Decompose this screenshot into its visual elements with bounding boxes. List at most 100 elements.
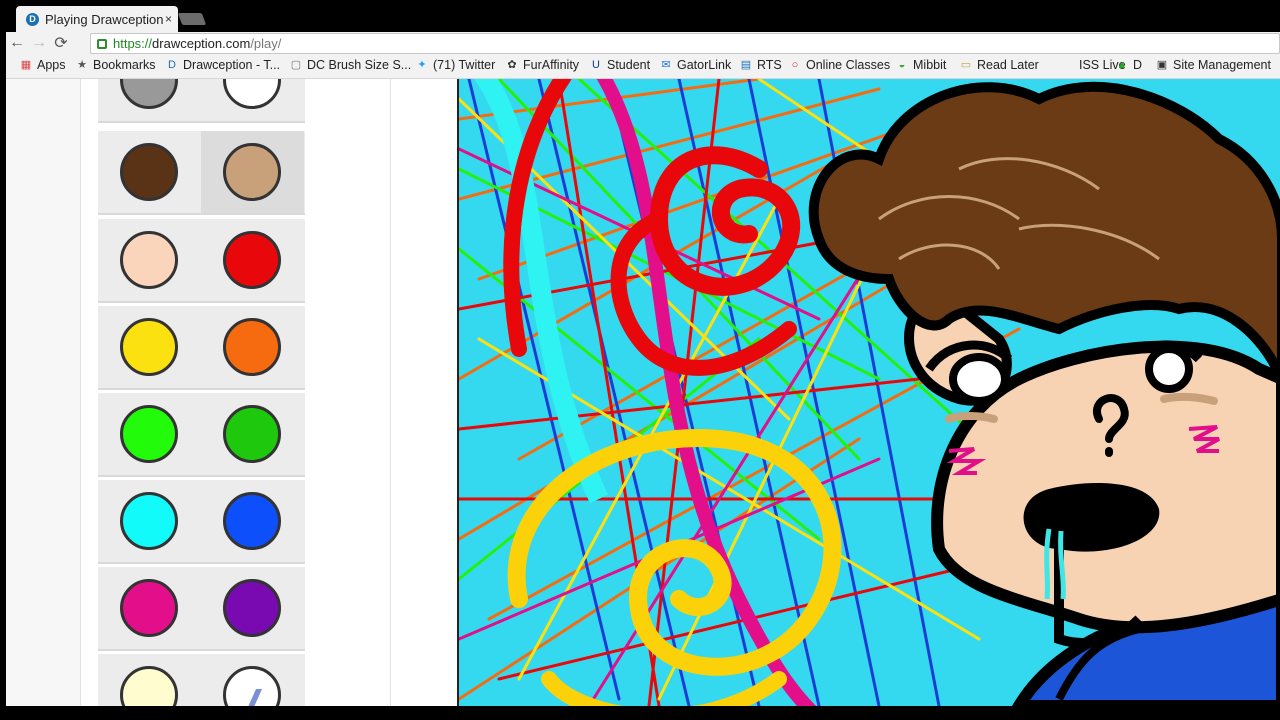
bookmark-label: Student: [607, 58, 651, 72]
palette-cell[interactable]: [98, 79, 201, 121]
color-swatch[interactable]: [120, 666, 178, 706]
forward-icon[interactable]: →: [28, 34, 50, 52]
star-icon: ★: [77, 59, 87, 71]
palette-cell[interactable]: [98, 480, 201, 562]
gutter: [391, 79, 457, 706]
close-tab-icon[interactable]: ×: [165, 12, 172, 26]
url-host: drawception.com: [152, 36, 251, 51]
bookmark-label: DC Brush Size S...: [307, 58, 412, 72]
palette-row: [98, 306, 305, 390]
bookmark-item[interactable]: ✦ (71) Twitter: [416, 58, 495, 72]
apps-icon: ▦: [20, 59, 32, 71]
bookmark-item[interactable]: ▭ Read Later: [960, 58, 1039, 72]
palette-cell[interactable]: [98, 654, 201, 706]
bookmark-item[interactable]: D Drawception - T...: [166, 58, 280, 72]
palette-row: [98, 219, 305, 303]
color-swatch[interactable]: [223, 405, 281, 463]
lock-icon: ▣: [1156, 59, 1168, 71]
bookmark-item[interactable]: ✉ GatorLink: [660, 58, 731, 72]
bookmark-label: Read Later: [977, 58, 1039, 72]
bookmark-item[interactable]: U Student: [590, 58, 650, 72]
color-swatch[interactable]: [223, 79, 281, 109]
palette-cell[interactable]: [98, 567, 201, 649]
color-swatch[interactable]: [223, 492, 281, 550]
palette-cell[interactable]: [98, 131, 201, 213]
color-swatch[interactable]: [120, 405, 178, 463]
bookmark-item[interactable]: ▲ D: [1116, 58, 1142, 72]
url-protocol: https://: [113, 36, 153, 51]
twitter-icon: ✦: [417, 59, 427, 71]
address-bar[interactable]: https://drawception.com/play/: [90, 33, 1280, 54]
palette-cell[interactable]: [98, 219, 201, 301]
color-swatch[interactable]: [120, 79, 178, 109]
color-swatch[interactable]: [120, 231, 178, 289]
page-icon: ▢: [290, 59, 302, 71]
secure-lock-icon: [97, 38, 107, 49]
bookmark-item[interactable]: ▣ Site Management: [1156, 58, 1271, 72]
color-swatch[interactable]: [223, 318, 281, 376]
color-swatch[interactable]: [223, 666, 281, 706]
palette-cell[interactable]: [201, 219, 304, 301]
bookmark-item[interactable]: ◒ Mibbit: [896, 58, 947, 72]
color-swatch[interactable]: [223, 143, 281, 201]
color-swatch[interactable]: [120, 579, 178, 637]
uf-icon: U: [592, 59, 600, 71]
palette-cell[interactable]: [201, 480, 304, 562]
color-swatch[interactable]: [223, 579, 281, 637]
bookmark-label: Apps: [37, 58, 66, 72]
bookmark-item[interactable]: ○ Online Classes: [789, 58, 890, 72]
ring-icon: ○: [791, 59, 799, 71]
eraser-icon: [248, 689, 262, 706]
bookmark-item[interactable]: ▢ DC Brush Size S...: [290, 58, 411, 72]
palette-cell[interactable]: [201, 79, 304, 121]
mibbit-icon: ◒: [898, 59, 906, 71]
bookmark-label: Site Management: [1173, 58, 1271, 72]
new-tab-button[interactable]: [177, 13, 207, 25]
palette-cell[interactable]: [98, 393, 201, 475]
palette-row: [98, 480, 305, 564]
bookmark-item[interactable]: ✿ FurAffinity: [506, 58, 579, 72]
url-path: /play/: [250, 36, 282, 51]
left-margin: [6, 79, 81, 706]
screen-bottom-bar: [0, 706, 1280, 720]
palette-row: [98, 79, 305, 123]
palette-row: [98, 654, 305, 706]
color-palette: [98, 79, 305, 706]
drawing-canvas-art: [459, 79, 1280, 706]
page-content: [6, 79, 1280, 706]
bookmark-item[interactable]: ★ Bookmarks: [76, 58, 155, 72]
bookmark-label: FurAffinity: [523, 58, 580, 72]
palette-cell[interactable]: [98, 306, 201, 388]
color-swatch[interactable]: [120, 143, 178, 201]
bookmark-item[interactable]: ▤ RTS: [740, 58, 782, 72]
iss-icon: [1062, 59, 1074, 71]
tab-title: Playing Drawception: [45, 11, 164, 27]
palette-row: [98, 131, 305, 215]
palette-cell[interactable]: [201, 567, 304, 649]
folder-icon: ▭: [960, 59, 972, 71]
paw-icon: ✿: [507, 59, 517, 71]
color-swatch[interactable]: [120, 318, 178, 376]
color-swatch[interactable]: [120, 492, 178, 550]
bus-icon: ▤: [740, 59, 752, 71]
drawception-icon: D: [168, 59, 176, 71]
reload-icon[interactable]: ⟳: [50, 33, 72, 53]
tab-strip: D Playing Drawception ×: [0, 0, 1280, 32]
drawing-canvas[interactable]: [457, 79, 1280, 706]
palette-row: [98, 393, 305, 477]
palette-row: [98, 567, 305, 651]
bookmark-label: GatorLink: [677, 58, 732, 72]
palette-cell[interactable]: [201, 306, 304, 388]
mail-icon: ✉: [661, 59, 671, 71]
bookmark-label: Mibbit: [913, 58, 947, 72]
color-swatch[interactable]: [223, 231, 281, 289]
bookmark-item[interactable]: ▦ Apps: [20, 58, 66, 72]
back-icon[interactable]: ←: [6, 34, 28, 52]
drawception-favicon-icon: D: [26, 12, 39, 26]
palette-cell[interactable]: [201, 393, 304, 475]
bookmark-label: D: [1133, 58, 1143, 72]
bookmark-label: RTS: [757, 58, 782, 72]
palette-cell[interactable]: [201, 131, 304, 213]
palette-cell[interactable]: [201, 654, 304, 706]
browser-tab[interactable]: D Playing Drawception ×: [16, 6, 178, 32]
